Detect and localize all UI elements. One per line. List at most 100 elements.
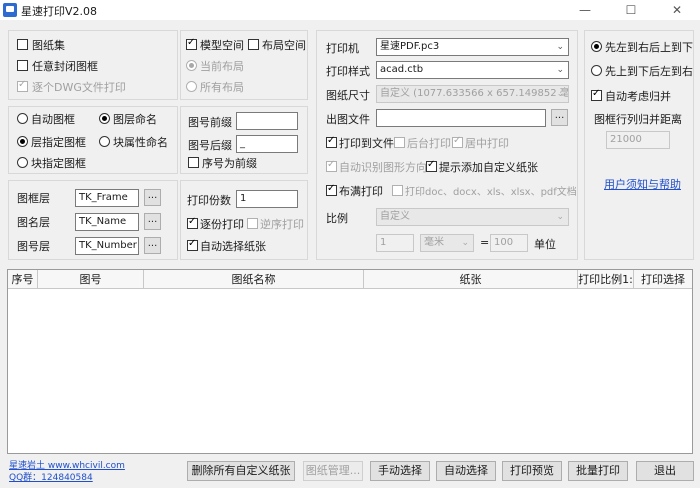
auto-select-button[interactable]: 自动选择	[436, 461, 496, 481]
frame-set-checkbox[interactable]	[17, 39, 28, 50]
paper-select[interactable]: 自定义 (1077.633566 x 657.149852 毫米) ⌄	[376, 85, 569, 103]
style-select[interactable]: acad.ctb ⌄	[376, 61, 569, 79]
number-layer-input[interactable]: TK_Number	[75, 237, 139, 255]
unit-label: 单位	[534, 238, 556, 251]
prefix-label: 图号前缀	[188, 116, 232, 129]
qq-group-link[interactable]: QQ群：124840584	[9, 470, 93, 483]
number-layer-label: 图号层	[17, 240, 50, 253]
number-layer-browse-button[interactable]: ...	[144, 237, 161, 254]
tb-lr-radio[interactable]	[591, 65, 602, 76]
layer-naming-radio[interactable]	[99, 113, 110, 124]
lr-tb-label: 先左到右后上到下	[605, 41, 693, 54]
frame-set-label: 图纸集	[32, 39, 65, 52]
model-space-label: 模型空间	[200, 39, 244, 52]
title-bar: 星速打印V2.08 — ☐ ✕	[0, 0, 700, 20]
equals-sign: =	[480, 236, 490, 249]
auto-merge-label: 自动考虑归并	[605, 90, 671, 103]
print-office-checkbox[interactable]	[392, 185, 403, 196]
current-layout-label: 当前布局	[200, 60, 244, 73]
auto-paper-checkbox[interactable]	[187, 238, 198, 251]
all-layouts-radio[interactable]	[186, 81, 197, 92]
auto-merge-checkbox[interactable]	[591, 88, 602, 101]
column-header-index[interactable]: 序号	[8, 270, 38, 289]
window-title: 星速打印V2.08	[21, 5, 98, 18]
paper-label: 图纸尺寸	[326, 89, 370, 102]
print-to-file-checkbox[interactable]	[326, 135, 337, 148]
merge-distance-input[interactable]: 21000	[606, 131, 670, 149]
style-select-value: acad.ctb	[380, 64, 424, 75]
all-layouts-label: 所有布局	[200, 81, 244, 94]
reverse-checkbox[interactable]	[247, 218, 258, 229]
output-input[interactable]	[376, 109, 546, 127]
auto-orientation-checkbox[interactable]	[326, 159, 337, 172]
collate-label: 逐份打印	[200, 218, 244, 231]
suffix-label: 图号后缀	[188, 139, 232, 152]
copies-label: 打印份数	[187, 194, 231, 207]
prompt-custom-paper-checkbox[interactable]	[426, 159, 437, 172]
frame-layer-input[interactable]: TK_Frame	[75, 189, 139, 207]
column-header-number[interactable]: 图号	[38, 270, 144, 289]
layer-frame-radio[interactable]	[17, 136, 28, 147]
frame-layer-label: 图框层	[17, 192, 50, 205]
block-attr-naming-radio[interactable]	[99, 136, 110, 147]
minimize-icon[interactable]: —	[562, 0, 608, 20]
layout-space-checkbox[interactable]	[248, 39, 259, 50]
layer-frame-label: 层指定图框	[31, 136, 86, 149]
auto-frame-label: 自动图框	[31, 113, 75, 126]
center-print-checkbox[interactable]	[452, 135, 463, 148]
frame-layer-browse-button[interactable]: ...	[144, 189, 161, 206]
batch-print-button[interactable]: 批量打印	[568, 461, 628, 481]
block-attr-naming-label: 块属性命名	[113, 136, 168, 149]
auto-orientation-label: 自动识别图形方向	[339, 161, 427, 174]
drawing-table[interactable]: 序号 图号 图纸名称 纸张 打印比例1: 打印选择	[7, 269, 693, 454]
chevron-down-icon: ⌄	[556, 89, 564, 99]
delete-custom-paper-button[interactable]: 删除所有自定义纸张	[187, 461, 295, 481]
block-frame-label: 块指定图框	[31, 157, 86, 170]
current-layout-radio[interactable]	[186, 60, 197, 71]
tb-lr-label: 先上到下后左到右	[605, 65, 693, 78]
model-space-checkbox[interactable]	[186, 37, 197, 50]
fill-print-label: 布满打印	[339, 185, 383, 198]
suffix-input[interactable]: _	[236, 135, 298, 153]
ratio-denominator-input[interactable]: 100	[490, 234, 528, 252]
print-preview-button[interactable]: 打印预览	[502, 461, 562, 481]
auto-frame-radio[interactable]	[17, 113, 28, 124]
help-link[interactable]: 用户须知与帮助	[604, 176, 681, 192]
paper-manage-button[interactable]: 图纸管理...	[303, 461, 363, 481]
column-header-paper[interactable]: 纸张	[364, 270, 578, 289]
lr-tb-radio[interactable]	[591, 41, 602, 52]
unit-select[interactable]: 毫米 ⌄	[420, 234, 474, 252]
close-icon[interactable]: ✕	[654, 0, 700, 20]
scale-select[interactable]: 自定义 ⌄	[376, 208, 569, 226]
maximize-icon[interactable]: ☐	[608, 0, 654, 20]
column-header-scale[interactable]: 打印比例1:	[578, 270, 634, 289]
print-to-file-label: 打印到文件	[339, 137, 394, 150]
block-frame-radio[interactable]	[17, 157, 28, 168]
output-browse-button[interactable]: ...	[551, 109, 568, 126]
prefix-input[interactable]	[236, 112, 298, 130]
any-closed-frame-label: 任意封闭图框	[32, 60, 98, 73]
exit-button[interactable]: 退出	[636, 461, 694, 481]
layout-space-label: 布局空间	[262, 39, 306, 52]
prompt-custom-paper-label: 提示添加自定义纸张	[439, 161, 538, 174]
copies-input[interactable]: 1	[236, 190, 298, 208]
chevron-down-icon: ⌄	[556, 65, 564, 75]
print-office-label: 打印doc、docx、xls、xlsx、pdf文档	[405, 187, 577, 198]
name-layer-browse-button[interactable]: ...	[144, 213, 161, 230]
printer-select[interactable]: 星速PDF.pc3 ⌄	[376, 38, 569, 56]
each-dwg-print-checkbox[interactable]	[17, 79, 28, 92]
table-header: 序号 图号 图纸名称 纸张 打印比例1: 打印选择	[8, 270, 692, 289]
style-label: 打印样式	[326, 65, 370, 78]
manual-select-button[interactable]: 手动选择	[370, 461, 430, 481]
fill-print-checkbox[interactable]	[326, 183, 337, 196]
each-dwg-print-label: 逐个DWG文件打印	[32, 81, 126, 94]
seq-as-prefix-checkbox[interactable]	[188, 157, 199, 168]
column-header-name[interactable]: 图纸名称	[144, 270, 364, 289]
background-print-checkbox[interactable]	[394, 137, 405, 148]
any-closed-frame-checkbox[interactable]	[17, 60, 28, 71]
column-header-select[interactable]: 打印选择	[634, 270, 692, 289]
ratio-numerator-input[interactable]: 1	[376, 234, 414, 252]
collate-checkbox[interactable]	[187, 216, 198, 229]
chevron-down-icon: ⌄	[556, 42, 564, 52]
name-layer-input[interactable]: TK_Name	[75, 213, 139, 231]
